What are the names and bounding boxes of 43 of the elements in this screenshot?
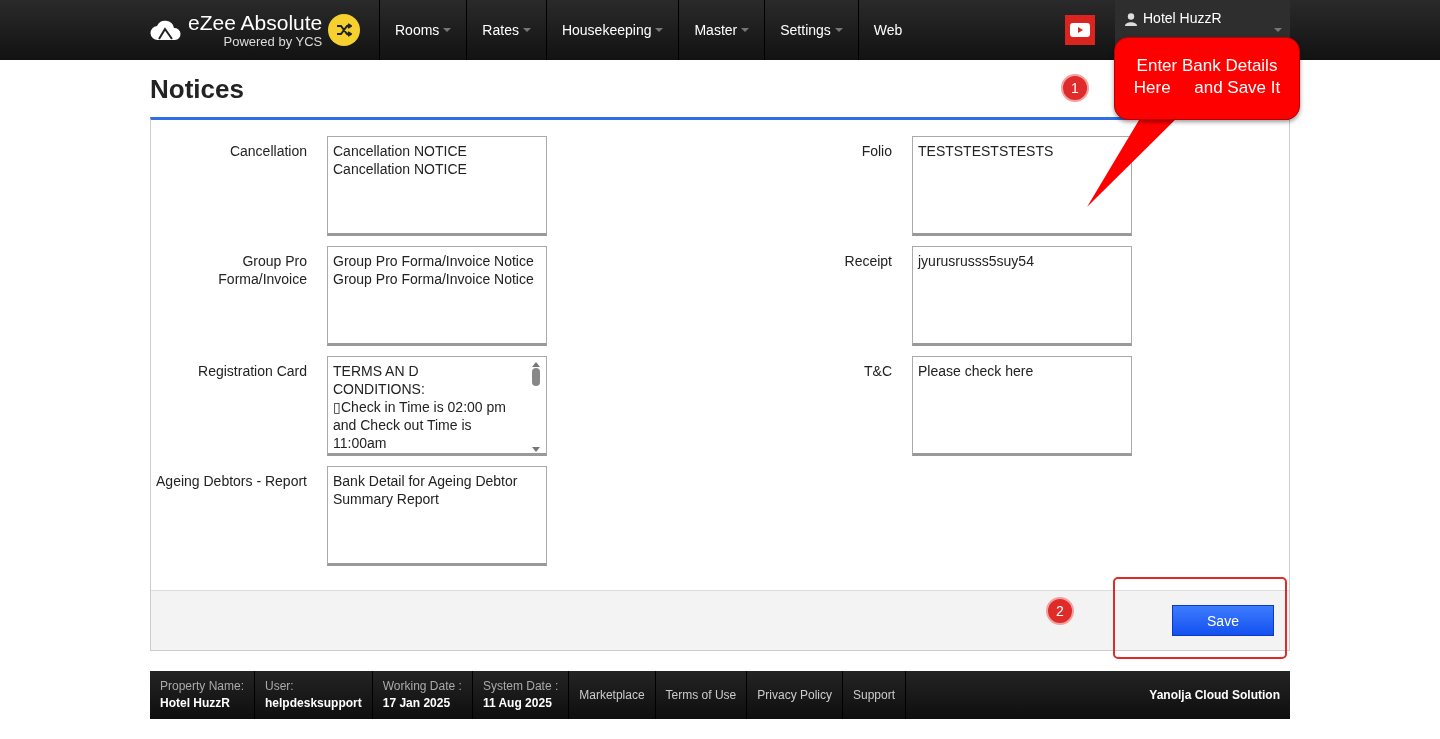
field-label: Cancellation — [228, 142, 307, 161]
footer-label: Working Date : — [382, 679, 462, 693]
brand-name: eZee Absolute — [188, 11, 323, 34]
footer-link[interactable]: Privacy Policy — [747, 671, 843, 719]
text-area[interactable]: Bank Detail for Ageing Debtor Summary Report — [327, 466, 547, 566]
field-label: Group Pro Forma/Invoice — [217, 252, 307, 289]
callout-tooltip: Enter Bank Details Here and Save It — [1114, 37, 1300, 120]
text-area[interactable]: Please check here — [912, 356, 1132, 456]
text-area[interactable]: Cancellation NOTICE Cancellation NOTICE — [327, 136, 547, 236]
footer-value: 17 Jan 2025 — [382, 696, 452, 710]
footer-label: Property Name: — [160, 679, 245, 693]
nav-menu-item[interactable]: Master — [678, 0, 765, 60]
scrollbar[interactable] — [531, 362, 541, 452]
footer-link[interactable]: Terms of Use — [655, 671, 748, 719]
text-area[interactable]: TERMS AN D CONDITIONS: ▯Check in Time is 02:00 pm and Check out Time is 11:00am — [327, 356, 547, 456]
text-area[interactable]: jyurusrusss5suy54 — [912, 246, 1132, 346]
save-button[interactable]: Save — [1172, 605, 1274, 636]
field-label: Receipt — [843, 252, 892, 271]
cloud-logo-icon — [150, 19, 182, 41]
footer-label: System Date : — [482, 679, 559, 693]
nav-menu-item[interactable]: Rates — [466, 0, 546, 60]
nav-menu-item[interactable]: Settings — [764, 0, 858, 60]
shuffle-icon[interactable] — [328, 14, 361, 46]
step-badge: 1 — [1061, 74, 1089, 102]
footer-label: User: — [265, 679, 295, 693]
video-play-icon[interactable] — [1065, 15, 1095, 45]
footer-link[interactable]: Marketplace — [569, 671, 656, 719]
field-label: Registration Card — [197, 362, 307, 381]
text-area[interactable]: Group Pro Forma/Invoice Notice Group Pro Forma/Invoice Notice — [327, 246, 547, 346]
footer-value: 11 Aug 2025 — [482, 696, 553, 710]
footer-link[interactable]: Support — [843, 671, 906, 719]
field-label: Folio — [860, 142, 892, 161]
nav-menu-item[interactable]: Housekeeping — [545, 0, 679, 60]
field-label: Ageing Debtors - Report — [155, 472, 307, 491]
brand-tagline: Powered by YCS — [223, 33, 323, 49]
page-title: Notices — [150, 74, 244, 105]
nav-menu-item[interactable]: Web — [857, 0, 918, 60]
user-icon — [1125, 13, 1137, 26]
nav-menu-item[interactable]: Rooms — [379, 0, 467, 60]
footer-value: Hotel HuzzR — [160, 696, 231, 710]
footer-value: helpdesksupport — [265, 696, 362, 710]
field-label: T&C — [863, 362, 892, 381]
company-name: Yanolja Cloud Solution — [1149, 687, 1281, 704]
